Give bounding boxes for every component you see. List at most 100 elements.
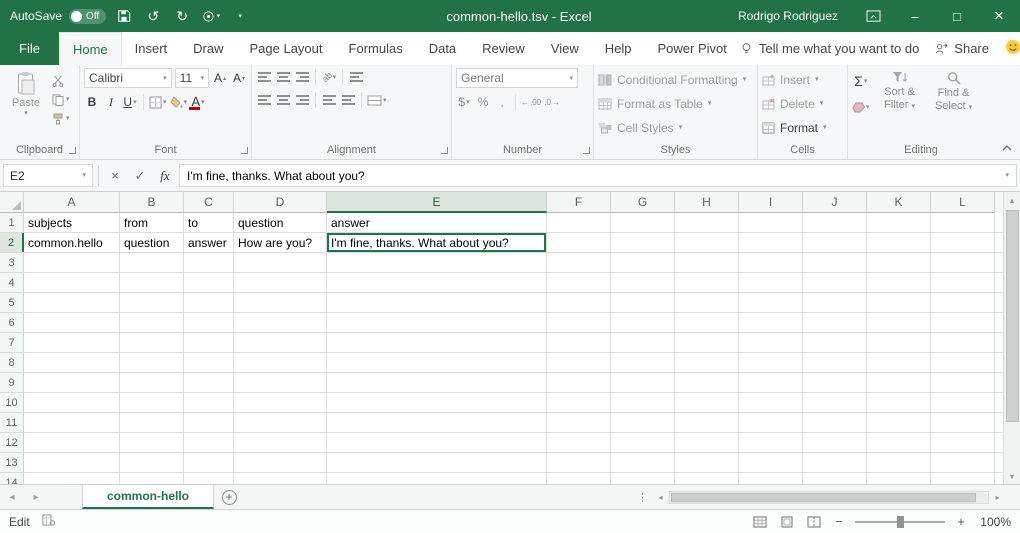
cell-E9[interactable] bbox=[327, 373, 547, 392]
cell-A4[interactable] bbox=[24, 273, 120, 292]
hscroll-left-icon[interactable]: ◂ bbox=[652, 485, 669, 509]
cell-C7[interactable] bbox=[184, 333, 234, 352]
cell-C5[interactable] bbox=[184, 293, 234, 312]
zoom-in-button[interactable]: + bbox=[954, 514, 968, 529]
cell-D14[interactable] bbox=[234, 473, 327, 484]
cell-D11[interactable] bbox=[234, 413, 327, 432]
cell-A5[interactable] bbox=[24, 293, 120, 312]
cell-G11[interactable] bbox=[611, 413, 675, 432]
cell-H6[interactable] bbox=[675, 313, 739, 332]
cell-L11[interactable] bbox=[931, 413, 995, 432]
cell-C10[interactable] bbox=[184, 393, 234, 412]
cell-K5[interactable] bbox=[867, 293, 931, 312]
cell-C1[interactable]: to bbox=[184, 213, 234, 232]
row-header-8[interactable]: 8 bbox=[0, 353, 24, 372]
sheet-nav-left-icon[interactable]: ◂ bbox=[0, 485, 24, 509]
column-header-I[interactable]: I bbox=[739, 192, 803, 213]
cell-G10[interactable] bbox=[611, 393, 675, 412]
cell-L6[interactable] bbox=[931, 313, 995, 332]
cell-G1[interactable] bbox=[611, 213, 675, 232]
tab-insert[interactable]: Insert bbox=[122, 32, 181, 65]
cell-B13[interactable] bbox=[120, 453, 184, 472]
cell-J13[interactable] bbox=[803, 453, 867, 472]
cell-D8[interactable] bbox=[234, 353, 327, 372]
cell-H7[interactable] bbox=[675, 333, 739, 352]
font-color-button[interactable]: A▾ bbox=[190, 93, 206, 111]
cell-I14[interactable] bbox=[739, 473, 803, 484]
cell-C2[interactable]: answer bbox=[184, 233, 234, 252]
cell-A6[interactable] bbox=[24, 313, 120, 332]
cell-D4[interactable] bbox=[234, 273, 327, 292]
increase-indent-button[interactable] bbox=[340, 91, 356, 109]
collapse-ribbon-button[interactable] bbox=[1002, 140, 1012, 154]
zoom-level[interactable]: 100% bbox=[977, 515, 1011, 529]
minimize-button[interactable]: – bbox=[894, 0, 936, 32]
cell-A8[interactable] bbox=[24, 353, 120, 372]
cell-C8[interactable] bbox=[184, 353, 234, 372]
cell-D13[interactable] bbox=[234, 453, 327, 472]
cell-J4[interactable] bbox=[803, 273, 867, 292]
cell-L2[interactable] bbox=[931, 233, 995, 252]
scroll-up-icon[interactable]: ▴ bbox=[1004, 192, 1020, 208]
cell-J11[interactable] bbox=[803, 413, 867, 432]
cell-H14[interactable] bbox=[675, 473, 739, 484]
cell-A13[interactable] bbox=[24, 453, 120, 472]
tab-review[interactable]: Review bbox=[469, 32, 538, 65]
cell-J5[interactable] bbox=[803, 293, 867, 312]
close-button[interactable]: × bbox=[978, 0, 1020, 32]
sort-filter-button[interactable]: Sort & Filter ▾ bbox=[876, 68, 924, 142]
increase-decimal-button[interactable]: ←.00 bbox=[521, 93, 541, 111]
feedback-smiley-button[interactable] bbox=[1005, 39, 1020, 58]
cell-F11[interactable] bbox=[547, 413, 611, 432]
cell-G4[interactable] bbox=[611, 273, 675, 292]
row-header-4[interactable]: 4 bbox=[0, 273, 24, 292]
cell-J7[interactable] bbox=[803, 333, 867, 352]
cell-F1[interactable] bbox=[547, 213, 611, 232]
cell-K10[interactable] bbox=[867, 393, 931, 412]
tab-page-layout[interactable]: Page Layout bbox=[237, 32, 336, 65]
cell-H13[interactable] bbox=[675, 453, 739, 472]
cell-F2[interactable] bbox=[547, 233, 611, 252]
cell-G13[interactable] bbox=[611, 453, 675, 472]
cell-H11[interactable] bbox=[675, 413, 739, 432]
cell-I7[interactable] bbox=[739, 333, 803, 352]
decrease-font-size-button[interactable]: A▾ bbox=[231, 69, 247, 87]
cell-H5[interactable] bbox=[675, 293, 739, 312]
cell-K8[interactable] bbox=[867, 353, 931, 372]
cell-F5[interactable] bbox=[547, 293, 611, 312]
save-button[interactable] bbox=[113, 3, 135, 29]
zoom-slider[interactable] bbox=[855, 515, 945, 529]
cell-H10[interactable] bbox=[675, 393, 739, 412]
row-header-12[interactable]: 12 bbox=[0, 433, 24, 452]
cell-D10[interactable] bbox=[234, 393, 327, 412]
cell-C4[interactable] bbox=[184, 273, 234, 292]
cell-K2[interactable] bbox=[867, 233, 931, 252]
cell-H2[interactable] bbox=[675, 233, 739, 252]
cell-K7[interactable] bbox=[867, 333, 931, 352]
cell-F8[interactable] bbox=[547, 353, 611, 372]
conditional-formatting-button[interactable]: Conditional Formatting▾ bbox=[598, 68, 753, 91]
normal-view-button[interactable] bbox=[751, 513, 769, 531]
cell-I10[interactable] bbox=[739, 393, 803, 412]
row-header-7[interactable]: 7 bbox=[0, 333, 24, 352]
cell-D6[interactable] bbox=[234, 313, 327, 332]
insert-cells-button[interactable]: Insert▾ bbox=[762, 68, 843, 91]
cell-D12[interactable] bbox=[234, 433, 327, 452]
cell-E8[interactable] bbox=[327, 353, 547, 372]
row-header-6[interactable]: 6 bbox=[0, 313, 24, 332]
tab-formulas[interactable]: Formulas bbox=[336, 32, 416, 65]
cell-K4[interactable] bbox=[867, 273, 931, 292]
new-sheet-button[interactable]: + bbox=[214, 485, 244, 509]
cell-J8[interactable] bbox=[803, 353, 867, 372]
cell-I13[interactable] bbox=[739, 453, 803, 472]
cell-D2[interactable]: How are you? bbox=[234, 233, 327, 252]
font-dialog-launcher[interactable] bbox=[241, 147, 248, 154]
clear-button[interactable]: ▾ bbox=[852, 98, 870, 116]
row-header-3[interactable]: 3 bbox=[0, 253, 24, 272]
italic-button[interactable]: I bbox=[103, 93, 119, 111]
cell-F12[interactable] bbox=[547, 433, 611, 452]
cell-A14[interactable] bbox=[24, 473, 120, 484]
decrease-indent-button[interactable] bbox=[321, 91, 337, 109]
font-name-combo[interactable]: Calibri▾ bbox=[84, 68, 172, 88]
column-header-K[interactable]: K bbox=[867, 192, 931, 213]
